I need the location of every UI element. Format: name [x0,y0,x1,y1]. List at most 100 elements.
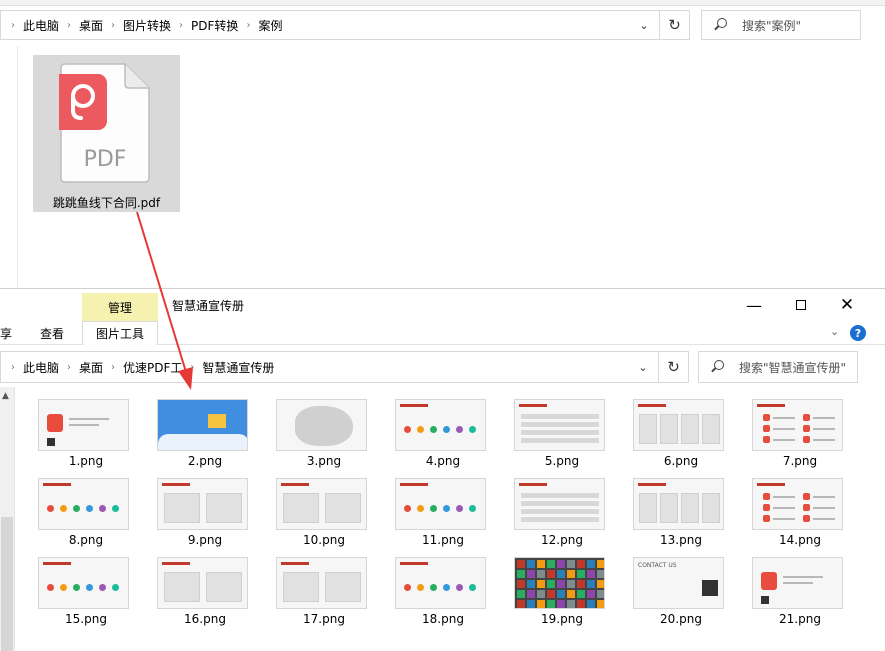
chevron-right-icon: › [111,19,116,31]
file-item[interactable]: 2.png [152,399,271,470]
refresh-button[interactable]: ↻ [659,11,689,39]
file-item[interactable]: 18.png [390,557,509,628]
file-name: 12.png [541,533,583,547]
file-item[interactable]: 16.png [152,557,271,628]
file-name: 3.png [306,454,342,468]
file-name: 4.png [425,454,461,468]
file-name: 8.png [68,533,104,547]
breadcrumb-desktop[interactable]: 桌面 [75,17,107,34]
thumbnail-image [395,478,486,530]
breadcrumb-desktop[interactable]: 桌面 [75,359,107,376]
thumbnail-image [38,478,129,530]
chevron-right-icon: › [67,361,72,373]
history-dropdown-button[interactable]: ⌄ [628,352,658,382]
tab-picture-tools[interactable]: 图片工具 [82,321,158,345]
scrollbar-thumb[interactable] [1,517,13,651]
chevron-right-icon: › [190,361,195,373]
breadcrumb-this-pc[interactable]: 此电脑 [19,17,63,34]
thumb-heading: CONTACT US [638,562,677,569]
search-placeholder: 搜索"案例" [742,18,802,33]
thumbnail-image [38,399,129,451]
thumbnail-image [276,478,367,530]
file-item[interactable]: 8.png [33,478,152,549]
file-name: 15.png [65,612,107,626]
minimize-icon: — [746,295,762,315]
close-button[interactable]: ✕ [824,289,870,321]
file-item[interactable]: 13.png [628,478,747,549]
chevron-right-icon: › [11,361,15,373]
chevron-right-icon: › [11,19,15,31]
pane-divider [17,46,18,300]
file-item[interactable]: 11.png [390,478,509,549]
search-input[interactable]: 搜索"智慧通宣传册" [698,351,858,383]
thumbnail-image: CONTACT US [633,557,724,609]
ribbon-expand-icon[interactable]: ⌄ [830,325,839,338]
file-name: 6.png [663,454,699,468]
tab-share[interactable]: 享 [0,325,12,342]
file-item[interactable]: 12.png [509,478,628,549]
file-item[interactable]: 3.png [271,399,390,470]
close-icon: ✕ [839,295,855,315]
explorer-window-case: › 此电脑 › 桌面 › 图片转换 › PDF转换 › 案例 ⌄ ↻ 搜索"案例… [0,0,885,300]
help-icon[interactable]: ? [850,325,866,341]
file-item[interactable]: 7.png [747,399,866,470]
file-name: 17.png [303,612,345,626]
search-input[interactable]: 搜索"案例" [701,10,861,40]
file-name: 11.png [422,533,464,547]
thumbnail-image [276,399,367,451]
maximize-button[interactable] [778,289,824,321]
file-item[interactable]: CONTACT US 20.png [628,557,747,628]
file-name: 20.png [660,612,702,626]
file-name: 13.png [660,533,702,547]
breadcrumb-image-convert[interactable]: 图片转换 [119,17,175,34]
thumbnail-image [38,557,129,609]
window-title: 智慧通宣传册 [172,299,245,313]
file-item[interactable]: 5.png [509,399,628,470]
maximize-icon [796,300,806,310]
thumbnail-image [514,399,605,451]
address-bar[interactable]: › 此电脑 › 桌面 › 优速PDF工 › 智慧通宣传册 ⌄ ↻ [0,351,689,383]
file-item[interactable]: 19.png [509,557,628,628]
breadcrumb: › 此电脑 › 桌面 › 图片转换 › PDF转换 › 案例 [1,11,286,39]
file-item[interactable]: 10.png [271,478,390,549]
file-item[interactable]: 1.png [33,399,152,470]
thumbnail-image [157,478,248,530]
breadcrumb-brochure[interactable]: 智慧通宣传册 [198,359,278,376]
window-edge [0,0,885,6]
thumbnail-image [395,399,486,451]
ribbon-tabs: 享 查看 图片工具 ⌄ ? [0,321,885,345]
file-name: 9.png [187,533,223,547]
search-placeholder: 搜索"智慧通宣传册" [739,360,847,375]
refresh-button[interactable]: ↻ [658,352,688,382]
manage-context-tab[interactable]: 管理 [82,293,158,321]
thumbnail-image [395,557,486,609]
breadcrumb-this-pc[interactable]: 此电脑 [19,359,63,376]
minimize-button[interactable]: — [731,289,777,321]
file-item[interactable]: 4.png [390,399,509,470]
file-item[interactable]: 9.png [152,478,271,549]
file-name: 10.png [303,533,345,547]
history-dropdown-button[interactable]: ⌄ [629,11,659,39]
pdf-file-icon: PDF [59,63,150,183]
breadcrumb-pdf-tool[interactable]: 优速PDF工 [119,359,186,376]
tab-view[interactable]: 查看 [40,325,64,342]
address-bar[interactable]: › 此电脑 › 桌面 › 图片转换 › PDF转换 › 案例 ⌄ ↻ [0,10,690,40]
file-item[interactable]: 14.png [747,478,866,549]
file-item[interactable]: 17.png [271,557,390,628]
file-item[interactable]: 15.png [33,557,152,628]
file-name: 7.png [782,454,818,468]
breadcrumb-case[interactable]: 案例 [254,17,286,34]
file-item-pdf[interactable]: PDF 跳跳鱼线下合同.pdf [33,55,180,212]
file-name: 19.png [541,612,583,626]
thumbnail-image [752,557,843,609]
search-icon [709,359,725,375]
file-item[interactable]: 21.png [747,557,866,628]
thumbnail-image [157,557,248,609]
breadcrumb-pdf-convert[interactable]: PDF转换 [187,17,242,34]
title-bar: 管理 智慧通宣传册 — ✕ [0,289,885,321]
thumbnail-image [633,478,724,530]
thumbnail-image [752,478,843,530]
file-item[interactable]: 6.png [628,399,747,470]
scroll-up-icon[interactable]: ▲ [2,391,9,401]
desktop: › 此电脑 › 桌面 › 图片转换 › PDF转换 › 案例 ⌄ ↻ 搜索"案例… [0,0,885,651]
